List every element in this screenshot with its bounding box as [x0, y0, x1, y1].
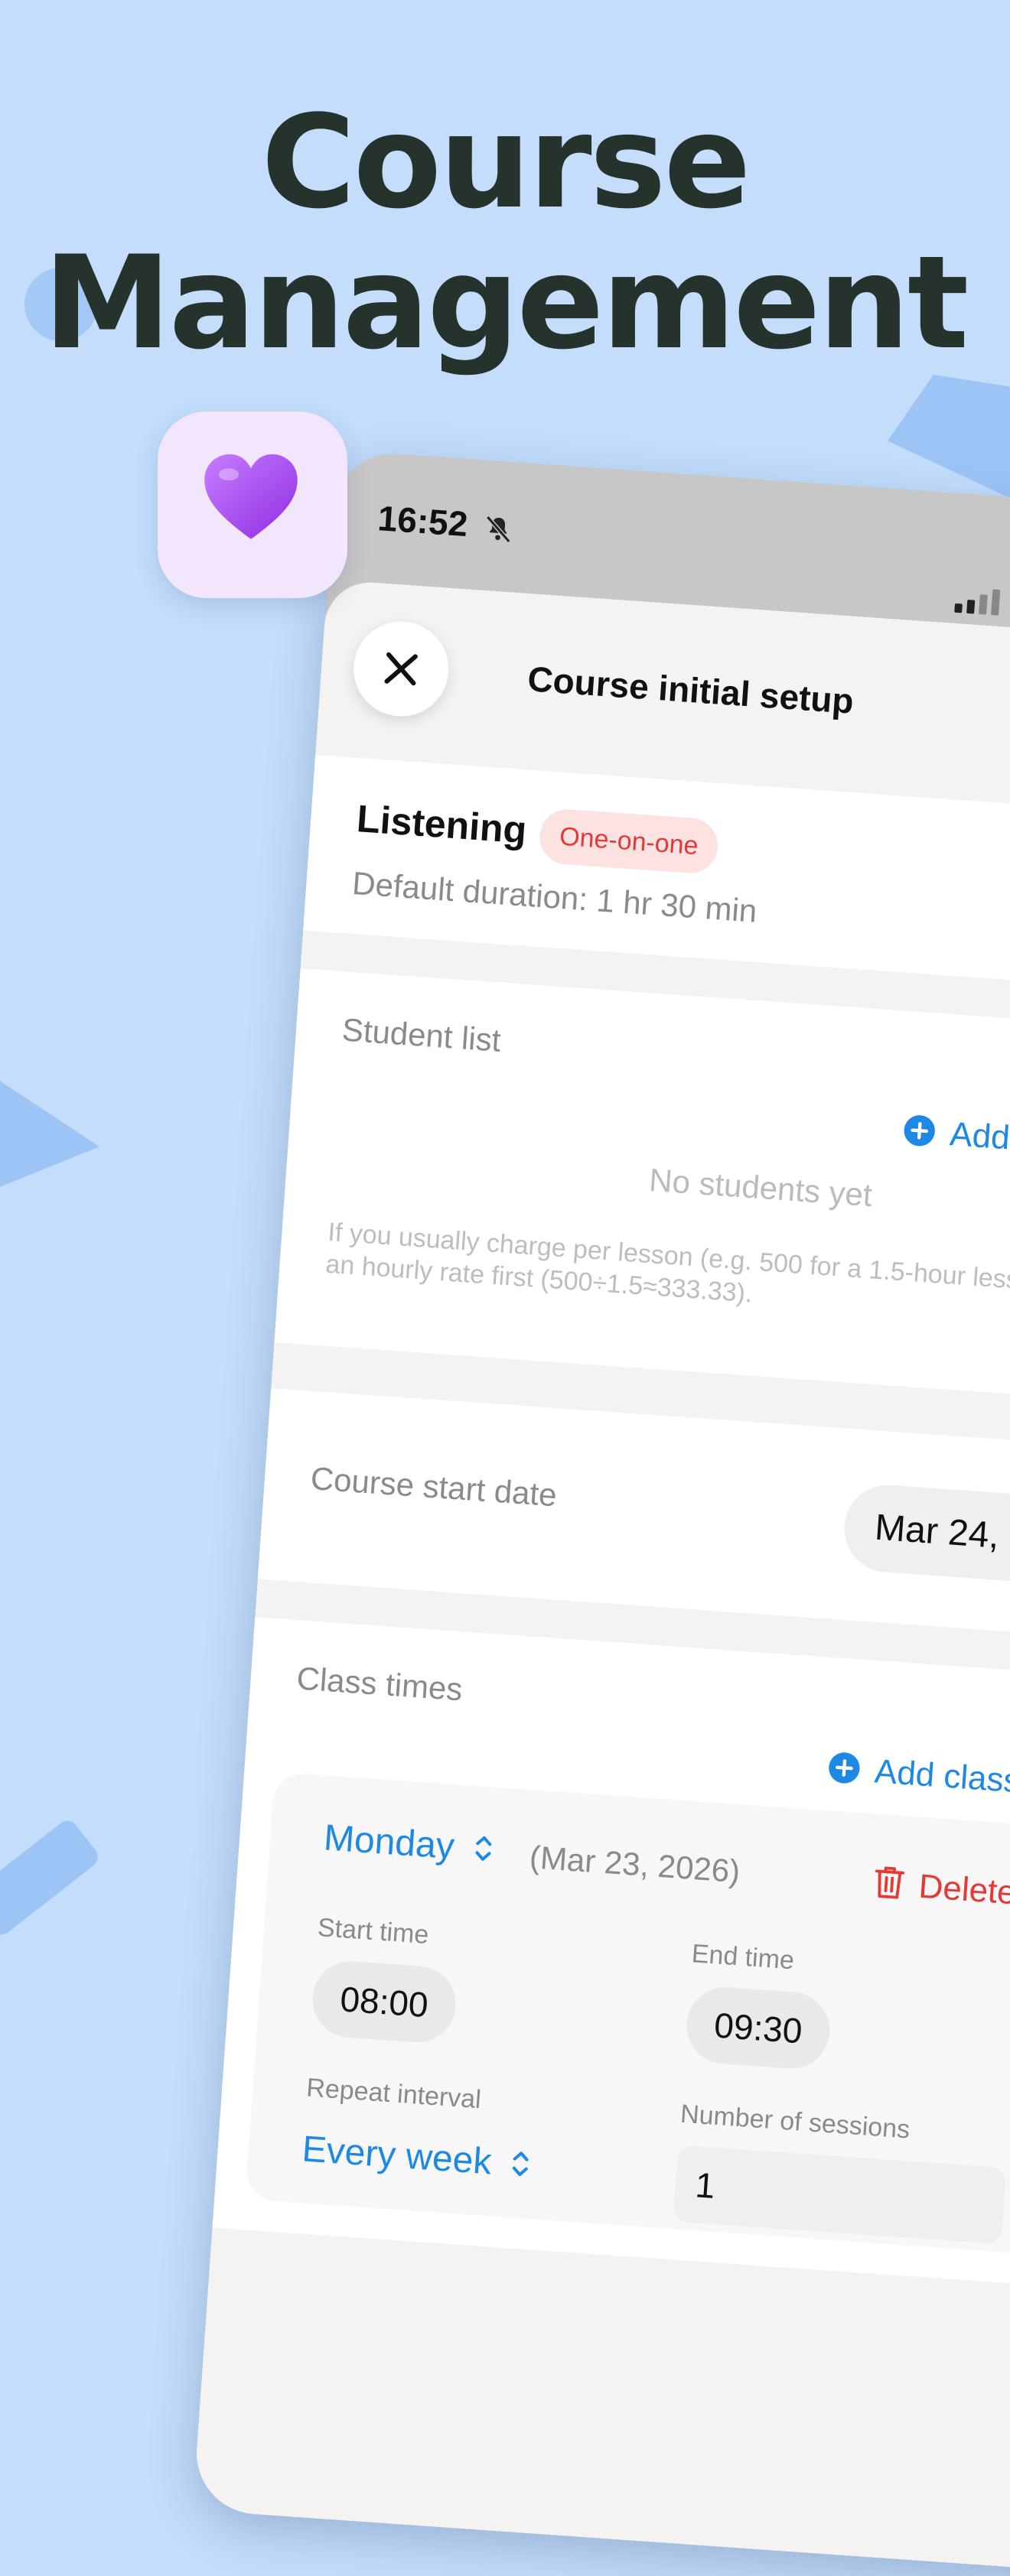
add-student-button[interactable]: Add student [901, 1112, 1010, 1166]
class-times-card: Class times Add class time Monday (Mar 2… [212, 1617, 1010, 2294]
add-class-time-label: Add class time [873, 1752, 1010, 1805]
status-bar-right [954, 584, 1010, 623]
purple-heart-icon [204, 454, 298, 539]
start-date-label: Course start date [309, 1459, 559, 1514]
setup-sheet: Course initial setup Listening One-on-on… [192, 579, 1010, 2576]
student-list-label: Student list [340, 1011, 503, 1059]
course-name: Listening [355, 797, 529, 852]
end-time-picker[interactable]: 09:30 [684, 1985, 832, 2071]
sheet-title: Course initial setup [526, 659, 855, 721]
sessions-label: Number of sessions [679, 2099, 911, 2145]
add-class-time-button[interactable]: Add class time [826, 1749, 1010, 1806]
delete-class-time-button[interactable]: Delete [872, 1865, 1010, 1913]
default-duration: Default duration: 1 hr 30 min [350, 864, 758, 929]
weekday-date: (Mar 23, 2026) [528, 1839, 741, 1890]
status-bar-time: 16:52 [376, 497, 516, 548]
signal-icon [954, 589, 1001, 616]
course-info-card: Listening One-on-one Default duration: 1… [303, 755, 1010, 997]
delete-label: Delete [917, 1867, 1010, 1912]
end-time-label: End time [690, 1939, 796, 1976]
start-time-picker[interactable]: 08:00 [310, 1958, 458, 2045]
student-list-card: Student list Add student No students yet… [274, 968, 1010, 1409]
status-time-text: 16:52 [376, 498, 470, 545]
start-date-card: Course start date Mar 24, 2026 [257, 1388, 1010, 1645]
repeat-interval-label: Repeat interval [305, 2073, 482, 2115]
plus-circle-icon [904, 1115, 935, 1147]
trash-icon [875, 1866, 905, 1900]
app-icon-tile [158, 411, 347, 598]
class-times-label: Class times [295, 1660, 464, 1708]
hourly-rate-hint: If you usually charge per lesson (e.g. 5… [324, 1217, 1010, 1309]
plus-circle-icon [829, 1752, 860, 1784]
repeat-interval-value: Every week [301, 2129, 494, 2183]
start-date-picker[interactable]: Mar 24, 2026 [841, 1482, 1010, 1589]
sessions-input[interactable]: 1 [673, 2145, 1007, 2245]
start-time-label: Start time [316, 1913, 430, 1950]
close-icon [384, 652, 418, 686]
hero-title-line-1: Course [261, 87, 751, 237]
bell-slash-icon [486, 515, 511, 543]
chevron-up-down-icon [475, 1836, 492, 1862]
hero-title: Course Management [0, 92, 1010, 373]
weekday-selector[interactable]: Monday [322, 1817, 494, 1870]
repeat-interval-selector[interactable]: Every week [301, 2128, 533, 2186]
class-time-entry: Monday (Mar 23, 2026) Delete Start time … [245, 1771, 1010, 2255]
add-student-label: Add student [948, 1115, 1010, 1165]
phone-mockup: 16:52 Course initial setup Listening One… [192, 450, 1010, 2576]
course-type-badge: One-on-one [537, 807, 720, 875]
weekday-value: Monday [322, 1817, 456, 1868]
chevron-up-down-icon [513, 2152, 529, 2177]
close-button[interactable] [350, 618, 452, 720]
decorative-triangle-left [0, 1071, 99, 1193]
hero-title-line-2: Management [43, 228, 969, 378]
decorative-bar [0, 1817, 103, 1939]
